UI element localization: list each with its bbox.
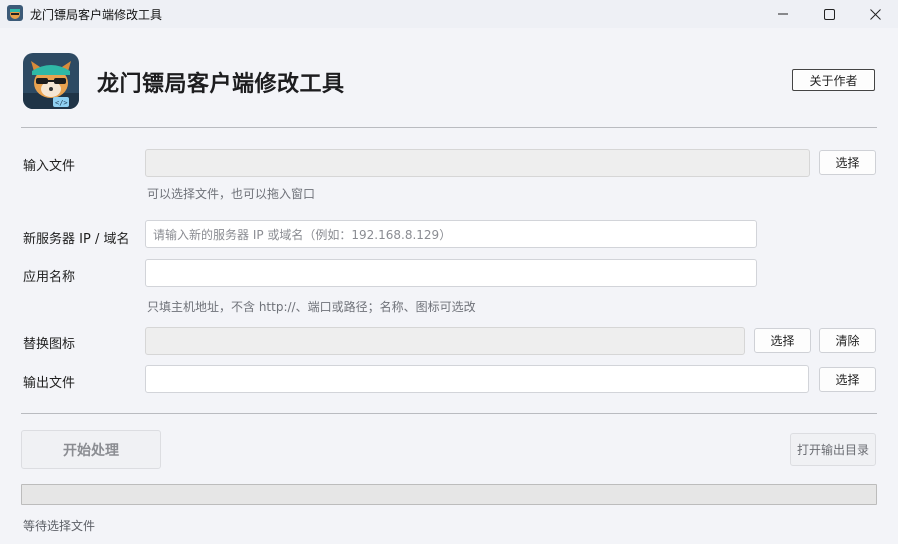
close-button[interactable] <box>852 0 898 28</box>
server-input[interactable]: 请输入新的服务器 IP 或域名（例如：192.168.8.129） <box>145 220 757 248</box>
about-author-button[interactable]: 关于作者 <box>792 69 875 91</box>
page-title: 龙门镖局客户端修改工具 <box>97 72 345 97</box>
progress-bar <box>21 484 877 505</box>
svg-text:</>: </> <box>55 99 68 107</box>
icon-label: 替换图标 <box>23 337 76 352</box>
app-name-hint: 只填主机地址，不含 http://、端口或路径；名称、图标可选改 <box>147 300 476 314</box>
divider-top <box>21 127 877 128</box>
window-title: 龙门镖局客户端修改工具 <box>30 8 163 22</box>
icon-clear-button[interactable]: 清除 <box>819 328 876 353</box>
output-file-select-button[interactable]: 选择 <box>819 367 876 392</box>
maximize-icon <box>823 8 835 20</box>
app-logo-icon: </> <box>23 53 79 109</box>
minimize-icon <box>778 9 788 19</box>
open-output-folder-button[interactable]: 打开输出目录 <box>790 433 876 466</box>
start-button[interactable]: 开始处理 <box>21 430 161 469</box>
close-icon <box>869 8 881 20</box>
input-file-hint: 可以选择文件，也可以拖入窗口 <box>147 187 316 201</box>
input-file-label: 输入文件 <box>23 159 76 174</box>
title-bar: 龙门镖局客户端修改工具 <box>0 0 898 28</box>
app-name-input[interactable] <box>145 259 757 287</box>
divider-bottom <box>21 413 877 414</box>
maximize-button[interactable] <box>806 0 852 28</box>
output-file-field[interactable] <box>145 365 809 393</box>
app-icon <box>7 5 23 21</box>
input-file-field[interactable] <box>145 149 810 177</box>
icon-field[interactable] <box>145 327 745 355</box>
input-file-select-button[interactable]: 选择 <box>819 150 876 175</box>
status-text: 等待选择文件 <box>23 519 96 533</box>
icon-select-button[interactable]: 选择 <box>754 328 811 353</box>
minimize-button[interactable] <box>760 0 806 28</box>
server-label: 新服务器 IP / 域名 <box>23 232 130 247</box>
output-file-label: 输出文件 <box>23 376 76 391</box>
app-name-label: 应用名称 <box>23 270 76 285</box>
